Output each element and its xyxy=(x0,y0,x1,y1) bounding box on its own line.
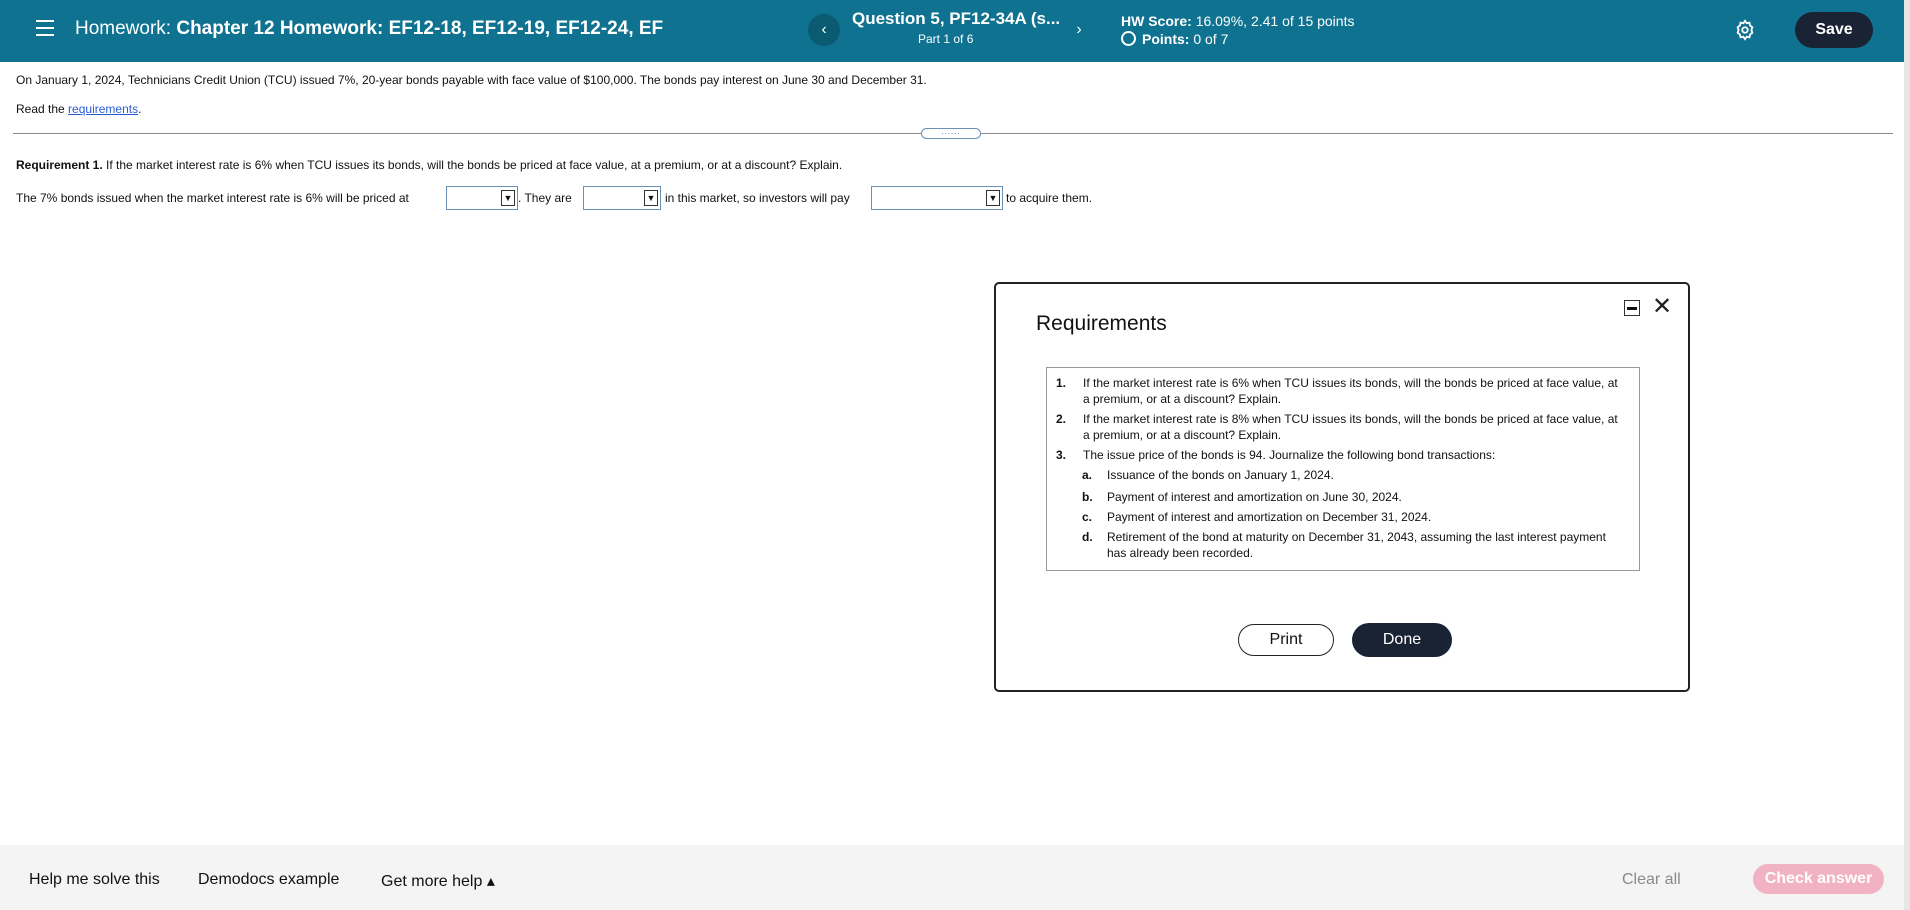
hw-score: HW Score: 16.09%, 2.41 of 15 points xyxy=(1121,13,1354,29)
item-text: The issue price of the bonds is 94. Jour… xyxy=(1083,448,1496,462)
item-number: 2. xyxy=(1056,412,1067,426)
points-value: 0 of 7 xyxy=(1193,31,1229,47)
close-icon[interactable]: ✕ xyxy=(1652,295,1672,319)
get-more-help-button[interactable]: Get more help ▴ xyxy=(381,871,495,891)
next-question-button[interactable]: › xyxy=(1063,14,1095,46)
subitem-letter: b. xyxy=(1082,490,1093,504)
top-bar: Homework: Chapter 12 Homework: EF12-18, … xyxy=(0,0,1904,62)
save-button[interactable]: Save xyxy=(1795,12,1873,48)
subitem-text: Payment of interest and amortization on … xyxy=(1107,490,1402,504)
subitem-letter: d. xyxy=(1082,530,1093,544)
requirement-1: Requirement 1. If the market interest ra… xyxy=(16,158,842,172)
scrollbar[interactable] xyxy=(1904,0,1910,910)
print-button[interactable]: Print xyxy=(1238,624,1334,656)
clear-all-button[interactable]: Clear all xyxy=(1622,871,1681,889)
answer-text-4: to acquire them. xyxy=(1006,191,1093,205)
requirements-list: 1. If the market interest rate is 6% whe… xyxy=(1046,367,1640,571)
answer-text-1: The 7% bonds issued when the market inte… xyxy=(16,191,409,205)
chevron-down-icon: ▼ xyxy=(501,190,515,206)
subitem-letter: a. xyxy=(1082,468,1093,482)
question-part: Part 1 of 6 xyxy=(918,32,974,46)
item-number: 1. xyxy=(1056,376,1067,390)
homework-name: Chapter 12 Homework: EF12-18, EF12-19, E… xyxy=(176,18,664,39)
price-dropdown[interactable]: ▼ xyxy=(446,186,518,210)
settings-gear-icon[interactable] xyxy=(1734,19,1756,41)
item-text: If the market interest rate is 8% when T… xyxy=(1083,412,1618,442)
modal-title: Requirements xyxy=(1036,312,1167,335)
item-text: If the market interest rate is 6% when T… xyxy=(1083,376,1618,406)
homework-title: Homework: Chapter 12 Homework: EF12-18, … xyxy=(75,18,663,40)
requirement-1-text: If the market interest rate is 6% when T… xyxy=(102,158,843,172)
demodocs-example-button[interactable]: Demodocs example xyxy=(198,871,339,889)
subitem-letter: c. xyxy=(1082,510,1093,524)
read-requirements: Read the requirements. xyxy=(16,102,141,116)
done-button[interactable]: Done xyxy=(1352,623,1452,657)
question-title[interactable]: Question 5, PF12-34A (s... xyxy=(852,9,1060,29)
read-suffix: . xyxy=(138,102,142,116)
requirements-link[interactable]: requirements xyxy=(68,102,138,116)
help-me-solve-button[interactable]: Help me solve this xyxy=(29,871,160,889)
read-prefix: Read the xyxy=(16,102,69,116)
investors-pay-dropdown[interactable]: ▼ xyxy=(871,186,1003,210)
answer-text-2: . They are xyxy=(518,191,572,205)
question-intro: On January 1, 2024, Technicians Credit U… xyxy=(16,73,927,87)
resize-handle[interactable]: ...... xyxy=(921,128,981,139)
hw-score-label: HW Score: xyxy=(1121,13,1192,29)
check-answer-button[interactable]: Check answer xyxy=(1753,864,1884,894)
subitem-text: Payment of interest and amortization on … xyxy=(1107,510,1432,524)
requirements-modal: Requirements ✕ 1. If the market interest… xyxy=(994,282,1690,692)
hw-score-value: 16.09%, 2.41 of 15 points xyxy=(1195,13,1355,29)
homework-prefix: Homework: xyxy=(75,18,177,39)
bottom-bar: Help me solve this Demodocs example Get … xyxy=(0,845,1904,910)
subitem-text: Retirement of the bond at maturity on De… xyxy=(1107,530,1606,560)
chevron-down-icon: ▼ xyxy=(986,190,1000,206)
premium-discount-dropdown[interactable]: ▼ xyxy=(583,186,661,210)
minimize-icon[interactable] xyxy=(1624,300,1640,316)
points-label: Points: xyxy=(1142,31,1190,47)
menu-icon[interactable] xyxy=(36,20,54,36)
previous-question-button[interactable]: ‹ xyxy=(808,14,840,46)
answer-text-3: in this market, so investors will pay xyxy=(665,191,850,205)
item-number: 3. xyxy=(1056,448,1067,462)
chevron-down-icon: ▼ xyxy=(644,190,658,206)
points-circle-icon xyxy=(1121,31,1136,46)
points: Points: 0 of 7 xyxy=(1121,31,1228,47)
requirement-1-label: Requirement 1. xyxy=(16,158,103,172)
subitem-text: Issuance of the bonds on January 1, 2024… xyxy=(1107,468,1334,482)
